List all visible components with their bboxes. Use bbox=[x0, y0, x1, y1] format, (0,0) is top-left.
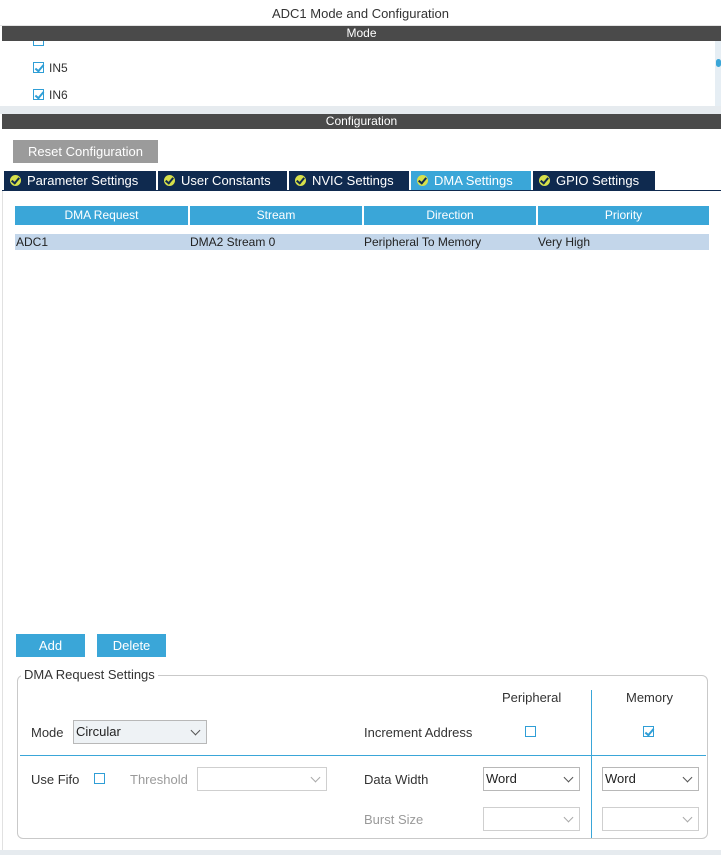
settings-tabs: Parameter Settings User Constants NVIC S… bbox=[4, 171, 657, 190]
bottom-scrollbar[interactable] bbox=[0, 850, 721, 855]
cell-stream[interactable]: DMA2 Stream 0 bbox=[189, 234, 363, 250]
cell-direction[interactable]: Peripheral To Memory bbox=[363, 234, 537, 250]
data-width-peripheral-value: Word bbox=[486, 771, 517, 786]
data-width-memory-value: Word bbox=[605, 771, 636, 786]
tab-label: DMA Settings bbox=[434, 173, 513, 188]
chevron-down-icon bbox=[310, 772, 321, 783]
column-divider bbox=[591, 756, 592, 838]
tab-label: GPIO Settings bbox=[556, 173, 640, 188]
mode-select-value: Circular bbox=[76, 724, 121, 739]
threshold-select[interactable] bbox=[197, 767, 327, 791]
use-fifo-checkbox[interactable] bbox=[94, 773, 105, 784]
section-splitter[interactable] bbox=[0, 106, 721, 114]
tab-parameter-settings[interactable]: Parameter Settings bbox=[4, 171, 156, 190]
tab-label: NVIC Settings bbox=[312, 173, 394, 188]
increment-memory-checkbox[interactable] bbox=[643, 726, 654, 737]
channel-checkbox-in5[interactable] bbox=[33, 62, 44, 73]
cell-priority[interactable]: Very High bbox=[537, 234, 709, 250]
burst-size-memory-select[interactable] bbox=[602, 807, 699, 831]
chevron-down-icon bbox=[563, 772, 574, 783]
increment-peripheral-checkbox[interactable] bbox=[525, 726, 536, 737]
column-header-priority[interactable]: Priority bbox=[538, 206, 709, 225]
mode-select[interactable]: Circular bbox=[73, 720, 207, 744]
chevron-down-icon bbox=[190, 725, 201, 736]
window-title: ADC1 Mode and Configuration bbox=[0, 0, 721, 26]
tab-dma-settings[interactable]: DMA Settings bbox=[411, 171, 531, 190]
channel-label-in6: IN6 bbox=[49, 88, 68, 102]
tab-nvic-settings[interactable]: NVIC Settings bbox=[289, 171, 409, 190]
data-width-memory-select[interactable]: Word bbox=[602, 767, 699, 791]
check-circle-icon bbox=[539, 175, 550, 186]
chevron-down-icon bbox=[682, 772, 693, 783]
mode-label: Mode bbox=[31, 725, 64, 740]
column-header-stream[interactable]: Stream bbox=[190, 206, 362, 225]
check-circle-icon bbox=[10, 175, 21, 186]
data-width-label: Data Width bbox=[364, 772, 429, 787]
dma-request-settings-title: DMA Request Settings bbox=[21, 667, 158, 682]
mode-scrollbar-thumb[interactable] bbox=[716, 59, 721, 67]
configuration-section-header: Configuration bbox=[2, 114, 721, 129]
mode-panel: IN5 IN6 bbox=[0, 41, 721, 107]
data-width-peripheral-select[interactable]: Word bbox=[483, 767, 580, 791]
check-circle-icon bbox=[417, 175, 428, 186]
check-circle-icon bbox=[164, 175, 175, 186]
tab-user-constants[interactable]: User Constants bbox=[158, 171, 287, 190]
increment-address-label: Increment Address bbox=[364, 725, 473, 740]
tab-gpio-settings[interactable]: GPIO Settings bbox=[533, 171, 655, 190]
burst-size-peripheral-select[interactable] bbox=[483, 807, 580, 831]
column-header-dma-request[interactable]: DMA Request bbox=[15, 206, 188, 225]
check-circle-icon bbox=[295, 175, 306, 186]
use-fifo-label: Use Fifo bbox=[31, 772, 80, 787]
column-divider bbox=[591, 690, 592, 755]
threshold-label: Threshold bbox=[130, 772, 188, 787]
chevron-down-icon bbox=[563, 812, 574, 823]
tab-label: User Constants bbox=[181, 173, 271, 188]
mode-scrollbar[interactable] bbox=[715, 41, 721, 107]
channel-label-in5: IN5 bbox=[49, 61, 68, 75]
memory-header: Memory bbox=[626, 690, 673, 705]
tab-label: Parameter Settings bbox=[27, 173, 139, 188]
cell-dma-request[interactable]: ADC1 bbox=[15, 234, 189, 250]
burst-size-label: Burst Size bbox=[364, 812, 424, 827]
add-button[interactable]: Add bbox=[16, 634, 85, 657]
peripheral-header: Peripheral bbox=[502, 690, 562, 705]
mode-section-header: Mode bbox=[2, 26, 721, 41]
channel-checkbox-partial[interactable] bbox=[33, 41, 44, 46]
delete-button[interactable]: Delete bbox=[97, 634, 166, 657]
chevron-down-icon bbox=[682, 812, 693, 823]
reset-configuration-button[interactable]: Reset Configuration bbox=[13, 140, 158, 163]
column-header-direction[interactable]: Direction bbox=[364, 206, 536, 225]
channel-checkbox-in6[interactable] bbox=[33, 89, 44, 100]
settings-divider bbox=[20, 755, 706, 756]
